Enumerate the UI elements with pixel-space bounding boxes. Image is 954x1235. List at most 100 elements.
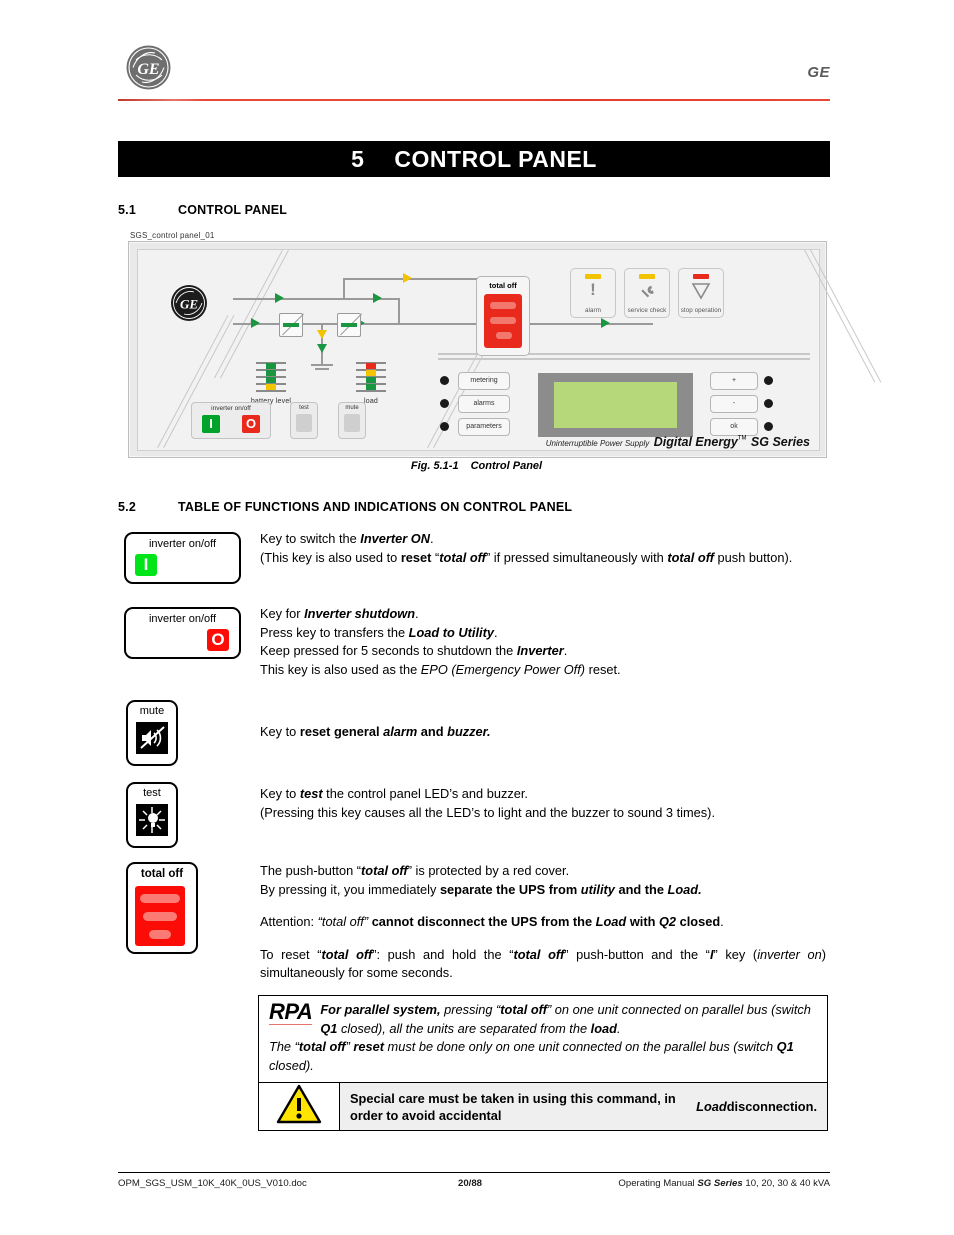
mimic-arrow-green-down <box>317 344 327 353</box>
warning-note-box: Special care must be taken in using this… <box>258 1083 828 1131</box>
key-cell-mute: mute <box>126 700 178 766</box>
warning-note-text: Special care must be taken in using this… <box>340 1083 827 1130</box>
page-header: GE GE <box>118 44 830 106</box>
svg-text:GE: GE <box>137 61 159 78</box>
bargraph-rung <box>356 390 386 392</box>
warning-icon-cell <box>259 1083 340 1130</box>
triangle-down-icon <box>679 280 723 305</box>
panel-inverter-off-key[interactable]: O <box>242 415 260 433</box>
description-test: Key to test the control panel LED’s and … <box>260 785 826 822</box>
test-icon[interactable] <box>136 804 168 836</box>
alarm-led <box>585 274 601 279</box>
nav-led-ok <box>764 422 773 431</box>
key-cell-total-off: total off <box>126 862 198 954</box>
desc-line: This key is also used as the EPO (Emerge… <box>260 661 621 677</box>
section-number-5-2: 5.2 <box>118 500 136 514</box>
mimic-total-off-label: total off <box>489 281 517 290</box>
nav-button-plus[interactable]: + <box>710 372 758 390</box>
key-label-test: test <box>143 787 161 799</box>
description-total-off: The push-button “total off” is protected… <box>260 862 826 983</box>
desc-line: To reset “total off”: push and hold the … <box>260 946 826 981</box>
panel-branding: Uninterruptible Power Supply Digital Ene… <box>490 433 810 451</box>
mute-icon[interactable] <box>136 722 168 754</box>
mimic-wire <box>343 278 498 280</box>
panel-mute-key[interactable]: mute <box>338 402 366 439</box>
panel-test-key-label: test <box>299 405 309 411</box>
total-off-cover-icon[interactable] <box>135 886 185 946</box>
mute-speaker-icon <box>344 414 360 432</box>
menu-button-alarms[interactable]: alarms <box>458 395 510 413</box>
bargraph-segment-yellow <box>366 370 376 376</box>
mimic-arrow-green <box>251 318 260 328</box>
header-divider <box>118 99 830 101</box>
menu-led-metering <box>440 376 449 385</box>
desc-line: Key for Inverter shutdown. <box>260 606 419 621</box>
desc-line: The push-button “total off” is protected… <box>260 863 570 878</box>
footer-manual-ref: Operating Manual SG Series 10, 20, 30 & … <box>618 1178 830 1189</box>
bargraph-segment-green <box>266 377 276 383</box>
mimic-arrow-green <box>601 318 610 328</box>
wrench-icon <box>625 280 669 306</box>
rpa-logo: RPA <box>269 999 313 1025</box>
page-footer: OPM_SGS_USM_10K_40K_0US_V010.doc 20/88 O… <box>118 1178 830 1194</box>
section-heading-5-2: 5.2 TABLE OF FUNCTIONS AND INDICATIONS ON… <box>118 500 572 514</box>
footer-filename: OPM_SGS_USM_10K_40K_0US_V010.doc <box>118 1178 307 1189</box>
brand-prefix: Uninterruptible Power Supply <box>545 439 650 448</box>
mimic-wire <box>311 364 333 366</box>
section-title-5-1: CONTROL PANEL <box>178 203 288 217</box>
brand-name: Digital Energy <box>653 435 738 449</box>
key-label-inverter-off: inverter on/off <box>148 613 217 625</box>
ge-logo-icon: GE <box>125 44 172 91</box>
status-key-alarm[interactable]: ! alarm <box>570 268 616 318</box>
desc-line: Key to reset general alarm and buzzer. <box>260 724 491 739</box>
chapter-title: CONTROL PANEL <box>394 145 597 172</box>
footer-page-number: 20/88 <box>458 1178 483 1189</box>
brand-trademark: TM <box>737 435 747 442</box>
menu-button-metering[interactable]: metering <box>458 372 510 390</box>
inverter-off-glyph[interactable]: O <box>207 629 229 651</box>
inverter-on-glyph[interactable]: I <box>135 554 157 576</box>
figure-image-tag: SGS_control panel_01 <box>130 231 215 240</box>
menu-led-alarms <box>440 399 449 408</box>
description-inverter-on: Key to switch the Inverter ON. (This key… <box>260 530 826 567</box>
footer-manual-series: SG Series <box>697 1178 743 1189</box>
key-label-mute: mute <box>139 705 165 717</box>
desc-line: Key to test the control panel LED’s and … <box>260 786 528 801</box>
panel-test-key[interactable]: test <box>290 402 318 439</box>
figure-caption: Fig. 5.1-1 Control Panel <box>128 460 825 472</box>
desc-line: Press key to transfers the Load to Utili… <box>260 624 498 640</box>
chapter-number: 5 <box>351 145 365 172</box>
panel-inverter-on-key[interactable]: I <box>202 415 220 433</box>
stop-operation-led <box>693 274 709 279</box>
lcd-bezel <box>538 373 693 437</box>
bargraph-segment-green <box>266 370 276 376</box>
load-bargraph <box>356 362 386 394</box>
key-label-total-off: total off <box>140 868 184 880</box>
rpa-note-text: For parallel system, pressing “total off… <box>269 1002 811 1073</box>
mimic-wire <box>343 278 345 299</box>
bargraph-segment-red <box>366 363 376 369</box>
mimic-total-off-button[interactable]: total off <box>476 276 530 356</box>
section-title-5-2: TABLE OF FUNCTIONS AND INDICATIONS ON CO… <box>178 500 573 514</box>
status-key-stop-operation[interactable]: stop operation <box>678 268 724 318</box>
menu-led-parameters <box>440 422 449 431</box>
nav-button-minus[interactable]: - <box>710 395 758 413</box>
mimic-wire <box>398 298 400 324</box>
desc-line: Attention: “total off” cannot disconnect… <box>260 914 724 930</box>
status-key-service-check[interactable]: service check <box>624 268 670 318</box>
desc-line: (This key is also used to reset “total o… <box>260 549 793 565</box>
key-cell-test: test <box>126 782 178 848</box>
section-number-5-1: 5.1 <box>118 203 136 217</box>
desc-line: (Pressing this key causes all the LED’s … <box>260 804 715 820</box>
rpa-note-box: RPA For parallel system, pressing “total… <box>258 995 828 1083</box>
control-panel-face: GE total off battery level load ! alarm … <box>137 249 882 451</box>
test-lamp-icon <box>296 414 312 432</box>
bargraph-segment-green <box>366 384 376 390</box>
panel-ge-logo-icon: GE <box>170 284 208 322</box>
rectifier-symbol <box>279 313 304 337</box>
panel-inverter-cluster-label: inverter on/off <box>211 405 251 412</box>
rectifier-bar <box>283 323 299 327</box>
panel-inverter-on-off-cluster[interactable]: inverter on/off I O <box>191 402 271 439</box>
inverter-bar <box>341 323 357 327</box>
description-mute: Key to reset general alarm and buzzer. <box>260 723 826 742</box>
